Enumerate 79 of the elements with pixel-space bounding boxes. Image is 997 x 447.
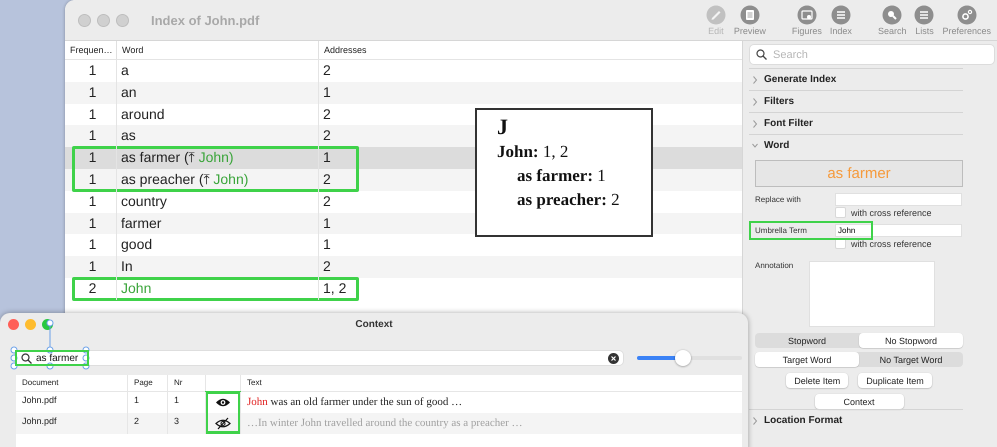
- window-control-icon[interactable]: [97, 14, 110, 26]
- section-header[interactable]: Location Format: [749, 409, 963, 431]
- table-cell[interactable]: farmer: [116, 212, 318, 234]
- pencil-icon: [706, 4, 726, 24]
- word-display: as farmer: [755, 160, 963, 187]
- table-cell-text: 1: [88, 104, 98, 124]
- context-button[interactable]: Context: [814, 394, 904, 409]
- segment-button[interactable]: Target Word: [755, 352, 859, 367]
- search-icon: [756, 49, 767, 60]
- table-cell: …In winter John travelled around the country as a preacher …: [240, 413, 742, 434]
- table-cell-text: 1: [88, 235, 98, 254]
- chevron-icon: [752, 76, 758, 84]
- clear-icon: [608, 352, 619, 364]
- table-cell-text: 1: [88, 126, 98, 146]
- chevron-icon: [752, 142, 758, 150]
- table-cell[interactable]: In: [116, 256, 318, 278]
- section-header[interactable]: Font Filter: [749, 112, 963, 134]
- column-header[interactable]: Document: [16, 375, 127, 391]
- table-cell-text: 1: [88, 148, 98, 168]
- search-icon: [21, 352, 32, 364]
- slider-thumb[interactable]: [675, 350, 692, 366]
- document-icon: [740, 4, 760, 24]
- field-label: Annotation: [755, 261, 794, 270]
- segment-button[interactable]: No Target Word: [859, 352, 963, 367]
- column-header[interactable]: Text: [240, 375, 742, 391]
- section-header[interactable]: Word: [749, 134, 963, 156]
- section-header[interactable]: Filters: [749, 90, 963, 112]
- field-label: Replace with: [755, 195, 802, 204]
- window-control-icon[interactable]: [8, 318, 19, 330]
- table-cell-text: 1: [88, 257, 98, 276]
- table-cell[interactable]: as: [116, 125, 318, 148]
- chevron-icon: [752, 120, 758, 128]
- checkbox-label: with cross reference: [851, 208, 932, 218]
- search-icon: [882, 4, 902, 24]
- segment-button[interactable]: Stopword: [755, 333, 859, 348]
- column-header[interactable]: Page: [127, 375, 167, 391]
- list-icon: [914, 4, 934, 24]
- search-field[interactable]: as farmer: [14, 350, 624, 366]
- search-input[interactable]: Search: [771, 48, 955, 62]
- gear-icon: [956, 4, 977, 24]
- action-button[interactable]: Delete Item: [786, 373, 848, 388]
- table-cell-text: John.pdf: [21, 394, 58, 407]
- column-header[interactable]: Frequen…: [65, 41, 116, 59]
- index-subentry: as preacher: 2: [516, 189, 621, 211]
- chevron-icon: [752, 98, 758, 106]
- table-cell: 2: [127, 413, 167, 434]
- segment-button[interactable]: No Stopword: [859, 333, 963, 348]
- rotation-handle-drawing: [46, 319, 54, 347]
- table-cell-text: John.pdf: [21, 415, 58, 428]
- chevron-icon: [752, 416, 758, 424]
- section-header[interactable]: Generate Index: [749, 68, 963, 90]
- checkbox[interactable]: [835, 207, 846, 218]
- table-cell-text: 1: [88, 82, 98, 102]
- column-header[interactable]: Nr: [167, 375, 205, 391]
- window-title: Index of John.pdf: [151, 12, 260, 28]
- annotation-field[interactable]: [809, 261, 935, 327]
- field-label: Umbrella Term: [755, 226, 808, 235]
- image-icon: [796, 4, 817, 24]
- table-cell-text: 1: [88, 61, 98, 80]
- table-cell-text: 1: [88, 192, 98, 211]
- window-control-icon[interactable]: [25, 318, 36, 330]
- table-cell: 3: [167, 413, 205, 434]
- list-icon: [830, 4, 851, 24]
- window-control-icon[interactable]: [116, 14, 129, 26]
- window-control-icon[interactable]: [78, 14, 91, 26]
- column-header[interactable]: Word: [116, 41, 318, 59]
- table-cell-text: 2: [88, 278, 98, 298]
- table-cell[interactable]: as preacher (⤒ John): [116, 168, 318, 191]
- search-field[interactable]: Search: [749, 44, 995, 65]
- slider[interactable]: [637, 350, 742, 366]
- checkbox-label: with cross reference: [851, 238, 932, 248]
- table-cell-text: 1: [88, 170, 98, 189]
- table-cell[interactable]: an: [116, 82, 318, 104]
- input-field[interactable]: John: [835, 224, 962, 237]
- input-field[interactable]: [835, 193, 962, 206]
- search-input[interactable]: as farmer: [36, 352, 82, 364]
- action-button[interactable]: Duplicate Item: [858, 373, 932, 388]
- window-title: Context: [355, 318, 393, 330]
- table-cell-text: 1: [88, 214, 98, 233]
